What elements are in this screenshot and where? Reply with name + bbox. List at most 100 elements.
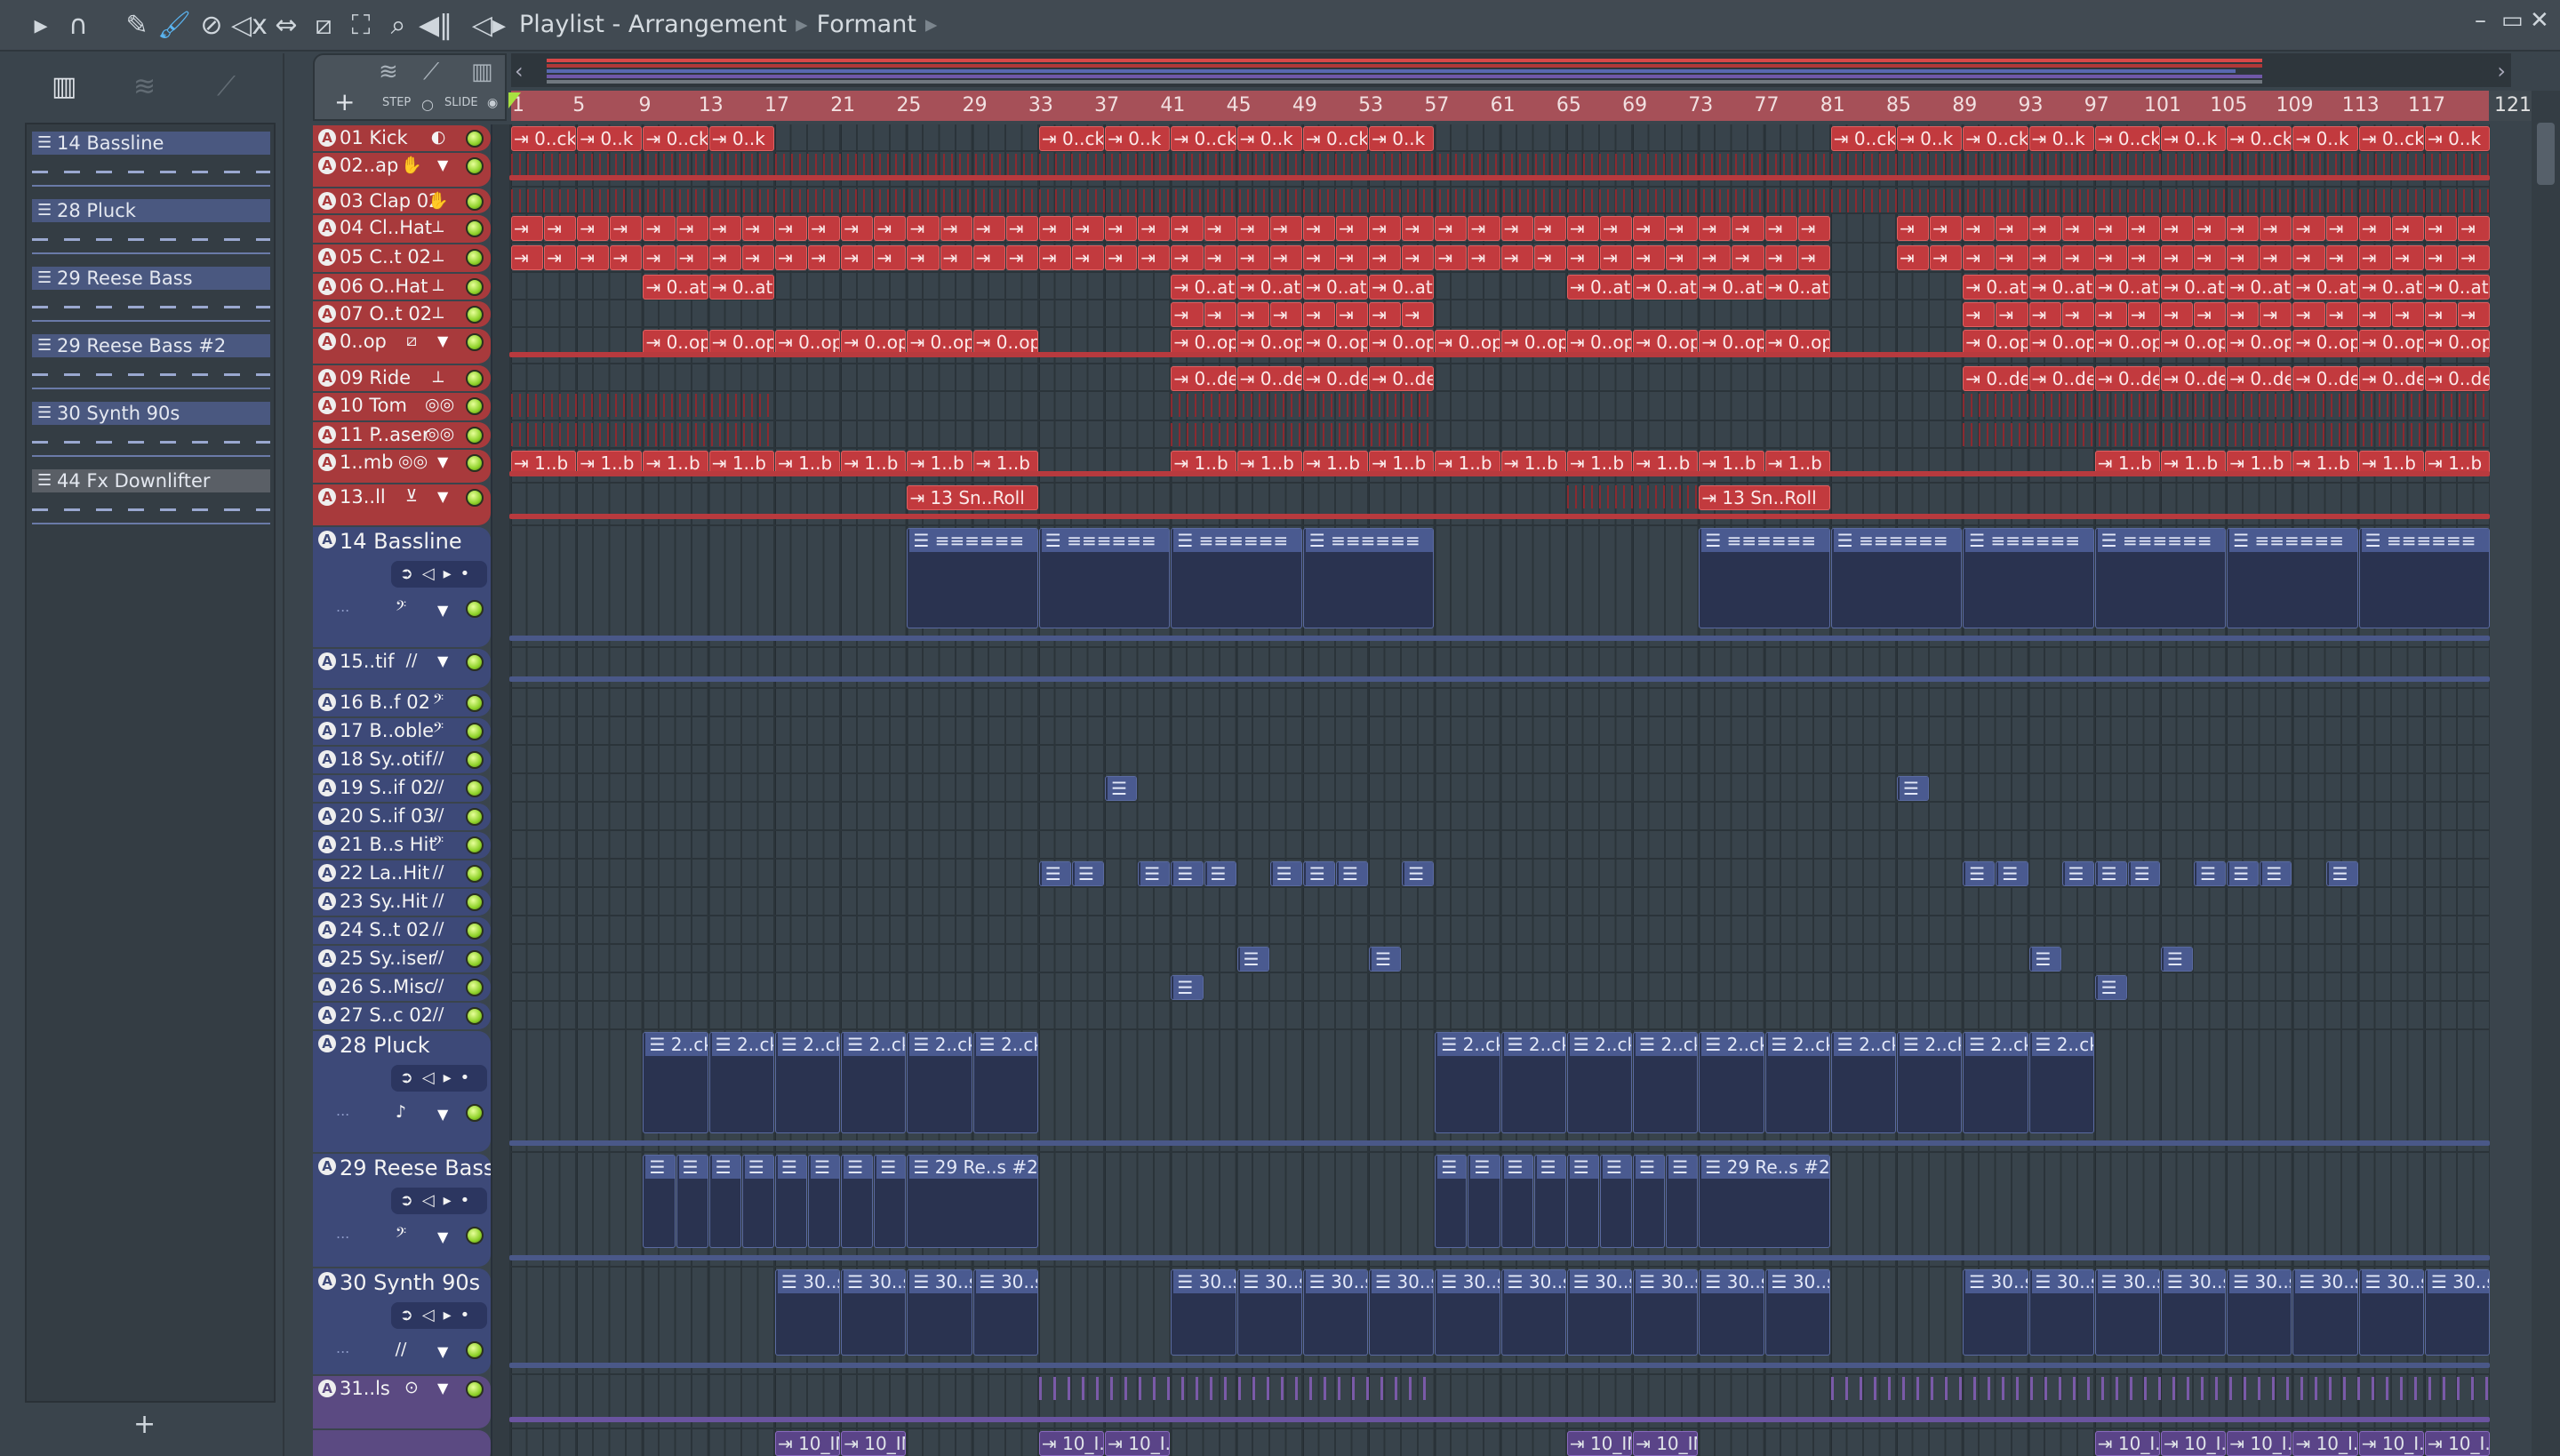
mute-led-toggle[interactable] <box>466 370 484 388</box>
clip[interactable]: ⇥ <box>2424 302 2458 327</box>
picker-item[interactable]: ☰ 30 Synth 90s <box>32 402 270 425</box>
chevron-down-icon[interactable]: ▼ <box>437 156 448 173</box>
clip[interactable]: ⇥ <box>2194 302 2227 327</box>
track-name[interactable]: 17 B..oble <box>340 720 434 741</box>
mute-led-toggle[interactable] <box>466 333 484 351</box>
clip[interactable]: ⇥ <box>1533 245 1566 270</box>
track-name[interactable]: 30 Synth 90s <box>340 1270 480 1295</box>
clip[interactable]: ⇥ 0..op <box>2292 330 2358 355</box>
clip[interactable]: ☰ <box>2028 947 2061 972</box>
clip[interactable]: ☰ <box>1533 1155 1566 1248</box>
track-lane[interactable] <box>509 1002 2490 1030</box>
clip[interactable]: ⇥ 0..op <box>2094 330 2160 355</box>
clip[interactable]: ⇥ 0..at <box>1764 275 1830 300</box>
clip[interactable]: ⇥ <box>841 245 874 270</box>
track-lane[interactable]: ☰ ☰ ☰ ☰ ☰ ☰ ☰ ☰ ☰ 29 Re..s #2 ☰ ☰ ☰ ☰ ☰ ☰… <box>509 1153 2490 1268</box>
clip[interactable]: ⇥ <box>1302 216 1335 241</box>
clip[interactable]: ⇥ 0..at <box>1171 275 1236 300</box>
clip[interactable]: ⇥ <box>2458 216 2491 241</box>
clip[interactable]: ⇥ 0..op <box>907 330 972 355</box>
clip[interactable]: ⇥ <box>2161 245 2194 270</box>
clip[interactable]: ☰ <box>1369 947 1402 972</box>
automation-icon[interactable]: A <box>318 453 336 471</box>
clip[interactable]: ⇥ <box>1269 245 1302 270</box>
clip[interactable]: ⇥ <box>1435 245 1468 270</box>
mute-led-toggle[interactable] <box>466 1104 484 1122</box>
clip[interactable]: ☰ ≡≡≡≡≡≡ <box>2358 528 2491 628</box>
clip[interactable]: ⇥ 0..at <box>708 275 774 300</box>
track-header[interactable]: A 18 Sy..otif ∕∕ <box>313 747 491 773</box>
clip[interactable]: ⇥ <box>2391 302 2424 327</box>
clip[interactable]: ⇥ <box>1996 302 2028 327</box>
track-header[interactable]: A 29 Reese Bass ➲◁▸• 𝄢 ▼... <box>313 1154 494 1267</box>
clip[interactable]: ⇥ 0..at <box>2227 275 2292 300</box>
clip[interactable]: ⇥ <box>2325 245 2358 270</box>
clip[interactable]: ⇥ 10_I..n 05 <box>2227 1431 2292 1456</box>
track-header[interactable]: A 01 Kick ◐ <box>313 125 491 151</box>
mute-led-toggle[interactable] <box>466 249 484 267</box>
clip[interactable]: ☰ ≡≡≡≡≡≡ <box>1302 528 1435 628</box>
clip[interactable]: ⇥ <box>1897 216 1930 241</box>
audio-clip-icon[interactable]: ≋ <box>379 59 398 85</box>
clip[interactable]: ⇥ 0..de <box>1369 366 1435 391</box>
clip[interactable]: ☰ ≡≡≡≡≡≡ <box>1830 528 1963 628</box>
clip[interactable]: ☰ 2..ck <box>841 1032 907 1133</box>
automation-icon[interactable]: A <box>318 693 336 711</box>
clip[interactable]: ☰ <box>1269 861 1302 886</box>
clip[interactable]: ☰ 2..ck <box>907 1032 972 1133</box>
clip[interactable]: ⇥ 0..k <box>708 126 774 151</box>
clip[interactable]: ☰ <box>1963 861 1996 886</box>
track-name[interactable]: 11 P..aser <box>340 424 430 445</box>
pattern-ticks[interactable] <box>1830 1377 2492 1400</box>
clip[interactable]: ⇥ <box>1566 216 1599 241</box>
clip[interactable]: ⇥ 0..op <box>1500 330 1566 355</box>
clip[interactable]: ⇥ 0..op <box>1236 330 1302 355</box>
piano-roll-icon[interactable]: ▥ <box>471 59 493 85</box>
track-lane[interactable]: ⇥ 1..b ⇥ 1..b ⇥ 1..b ⇥ 1..b ⇥ 1..b ⇥ 1..b ⇥ 1.… <box>509 449 2491 484</box>
clip[interactable]: ☰ 2..ck <box>1897 1032 1963 1133</box>
mute-led-toggle[interactable] <box>466 1007 484 1025</box>
clip[interactable]: ⇥ 0..de <box>2358 366 2424 391</box>
clip[interactable]: ⇥ 0..k <box>2028 126 2094 151</box>
clip[interactable]: ⇥ <box>907 216 940 241</box>
clip[interactable]: ⇥ <box>1435 216 1468 241</box>
clip[interactable]: ⇥ <box>2391 245 2424 270</box>
clip[interactable]: ☰ <box>643 1155 676 1248</box>
clip[interactable]: ☰ <box>1500 1155 1533 1248</box>
clip[interactable]: ⇥ 0..de <box>1236 366 1302 391</box>
add-track-button[interactable]: + <box>334 87 355 116</box>
clip[interactable]: ⇥ 0..de <box>2094 366 2160 391</box>
clip[interactable]: ⇥ <box>2358 245 2391 270</box>
chevron-down-icon[interactable]: ▼ <box>437 488 448 505</box>
clip[interactable]: ☰ <box>2061 861 2094 886</box>
clip[interactable]: ⇥ 0..op <box>2227 330 2292 355</box>
clip[interactable]: ⇥ 10_IN..on 05 <box>774 1431 841 1456</box>
mute-led-toggle[interactable] <box>466 922 484 940</box>
clip[interactable]: ⇥ <box>1005 245 1038 270</box>
track-name[interactable]: 1..mb <box>340 452 394 473</box>
clip[interactable]: ⇥ <box>874 245 907 270</box>
track-name[interactable]: 01 Kick <box>340 127 408 148</box>
clip[interactable]: ⇥ <box>1533 216 1566 241</box>
slice-icon[interactable]: ⧄ <box>306 9 341 43</box>
clip[interactable]: ⇥ <box>1269 216 1302 241</box>
more-icon[interactable]: ... <box>336 1225 349 1242</box>
scrollbar-thumb[interactable] <box>2537 123 2555 185</box>
track-name[interactable]: 18 Sy..otif <box>340 748 432 770</box>
clip[interactable]: ⇥ <box>2260 216 2292 241</box>
automation-icon[interactable]: A <box>318 779 336 796</box>
track-header[interactable]: A 23 Sy..Hit ∕∕ <box>313 889 491 916</box>
clip[interactable]: ⇥ <box>1138 216 1171 241</box>
mute-led-toggle[interactable] <box>466 723 484 740</box>
clip[interactable]: ⇥ <box>610 216 643 241</box>
track-lane[interactable]: ⇥ ⇥ ⇥ ⇥ ⇥ ⇥ ⇥ ⇥ ⇥ ⇥ ⇥ ⇥ ⇥ ⇥ ⇥ ⇥ ⇥ ⇥ ⇥ ⇥ … <box>509 300 2491 328</box>
clip[interactable]: ☰ <box>2325 861 2358 886</box>
clip[interactable]: ⇥ <box>1171 216 1204 241</box>
clip[interactable]: ☰ <box>1996 861 2028 886</box>
track-name[interactable]: 05 C..t 02 <box>340 246 431 268</box>
track-name[interactable]: 29 Reese Bass <box>340 1156 494 1180</box>
picker-item[interactable]: ☰ 29 Reese Bass <box>32 267 270 290</box>
track-header[interactable]: A 31..ls ⊙ ▼ <box>313 1376 491 1428</box>
clip[interactable]: ⇥ 10_I..n 05 <box>2424 1431 2491 1456</box>
slip-icon[interactable]: ⇔ <box>268 9 304 43</box>
